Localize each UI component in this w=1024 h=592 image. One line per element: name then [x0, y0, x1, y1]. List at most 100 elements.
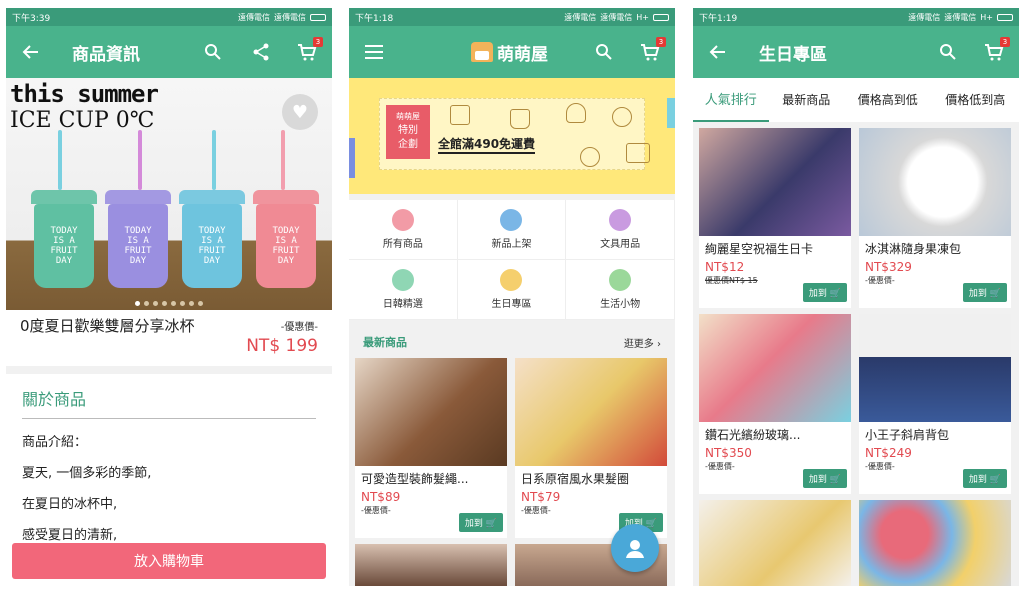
- product-image: [859, 128, 1011, 236]
- wallet-icon: [626, 143, 650, 163]
- product-price: NT$329: [865, 260, 912, 274]
- carrier-2: 遠傳電信: [600, 12, 633, 22]
- promo-text: 全館滿490免運費: [438, 135, 536, 154]
- app-bar: 生日專區 3: [693, 26, 1019, 78]
- app-title: 萌萌屋: [497, 44, 548, 65]
- search-icon[interactable]: [200, 39, 226, 65]
- product-price: NT$89: [361, 490, 401, 504]
- product-card[interactable]: 可愛造型裝飾髮繩... NT$89 -優惠價- 加到 🛒: [355, 358, 507, 538]
- product-price: NT$249: [865, 446, 912, 460]
- product-card[interactable]: [355, 544, 507, 586]
- product-name: 冰淇淋隨身果凍包: [865, 242, 962, 256]
- add-to-cart-button[interactable]: 加到 🛒: [962, 283, 1007, 302]
- add-to-cart-button[interactable]: 加到 🛒: [458, 513, 503, 532]
- description-line: 夏天, 一個多彩的季節,: [22, 466, 152, 481]
- product-price: NT$350: [705, 446, 752, 460]
- menu-icon[interactable]: [361, 39, 387, 65]
- category-lifestyle[interactable]: 生活小物: [566, 260, 675, 320]
- new-tag-icon: [500, 209, 523, 231]
- network-type: H+: [980, 12, 993, 22]
- discount-label: -優惠價-: [280, 322, 318, 333]
- shop-logo-icon: [471, 42, 493, 62]
- product-card[interactable]: 日系原宿風水果髮圈 NT$79 -優惠價- 加到 🛒: [515, 358, 667, 538]
- battery-icon: [310, 13, 326, 21]
- description-line: 感受夏日的清新,: [22, 528, 118, 543]
- see-more-link[interactable]: 逛更多 ›: [624, 335, 661, 350]
- product-price: NT$79: [521, 490, 561, 504]
- cart-icon[interactable]: 3: [294, 37, 323, 65]
- product-card[interactable]: 絢麗星空祝福生日卡 NT$12 優惠價NT$ 15 加到 🛒: [699, 128, 851, 308]
- status-bar: 下午3:39 遠傳電信 遠傳電信: [6, 8, 332, 26]
- product-card[interactable]: [699, 500, 851, 586]
- app-bar: 商品資訊 3: [6, 26, 332, 78]
- tab-price-low-high[interactable]: 價格低到高: [932, 78, 1020, 122]
- notebook-icon: [450, 105, 470, 125]
- carrier-2: 遠傳電信: [944, 12, 977, 22]
- tab-popular[interactable]: 人氣排行: [693, 78, 769, 122]
- hero-subtitle: ICE CUP 0℃: [10, 108, 155, 133]
- product-card[interactable]: 鑽石光繽紛玻璃... NT$350 -優惠價- 加到 🛒: [699, 314, 851, 494]
- product-image: [355, 358, 507, 466]
- back-arrow-icon[interactable]: [18, 39, 44, 65]
- globe-icon: [391, 269, 414, 291]
- product-card[interactable]: [859, 500, 1011, 586]
- cart-badge: 3: [656, 37, 666, 47]
- network-type: H+: [636, 12, 649, 22]
- product-name: 日系原宿風水果髮圈: [521, 472, 630, 486]
- product-image: [699, 128, 851, 236]
- cart-icon: 🛒: [989, 289, 1001, 299]
- share-icon[interactable]: [248, 39, 274, 65]
- mirror-icon: [580, 147, 600, 167]
- product-card[interactable]: 小王子斜肩背包 NT$249 -優惠價- 加到 🛒: [859, 314, 1011, 494]
- search-icon[interactable]: [591, 39, 617, 65]
- status-time: 下午1:18: [355, 13, 394, 24]
- sort-tabs: 人氣排行 最新商品 價格高到低 價格低到高: [693, 78, 1019, 122]
- cake-icon: [500, 269, 523, 291]
- tab-newest[interactable]: 最新商品: [769, 78, 845, 122]
- tab-price-high-low[interactable]: 價格高到低: [844, 78, 932, 122]
- add-to-cart-button[interactable]: 放入購物車: [12, 543, 326, 579]
- bag-icon: [510, 109, 530, 129]
- status-bar: 下午1:18 遠傳電信 遠傳電信 H+: [349, 8, 675, 26]
- sandals-icon: [566, 103, 586, 123]
- category-new[interactable]: 新品上架: [457, 200, 567, 260]
- description-line: 在夏日的冰杯中,: [22, 497, 118, 512]
- promo-card: 萌萌屋 特別 企劃 全館滿490免運費: [379, 98, 650, 170]
- cart-icon[interactable]: 3: [981, 37, 1010, 65]
- favorite-heart-icon[interactable]: ♥: [282, 94, 318, 130]
- product-card[interactable]: 冰淇淋隨身果凍包 NT$329 -優惠價- 加到 🛒: [859, 128, 1011, 308]
- product-name: 小王子斜肩背包: [865, 428, 950, 442]
- carrier-1: 遠傳電信: [238, 12, 270, 22]
- status-bar: 下午1:19 遠傳電信 遠傳電信 H+: [693, 8, 1019, 26]
- add-to-cart-button[interactable]: 加到 🛒: [802, 469, 847, 488]
- search-icon[interactable]: [935, 39, 961, 65]
- cart-icon: 🛒: [829, 289, 841, 299]
- category-japan-korea[interactable]: 日韓精選: [349, 260, 458, 320]
- promo-banner[interactable]: 萌萌屋 特別 企劃 全館滿490免運費: [349, 78, 675, 194]
- back-arrow-icon[interactable]: [705, 39, 731, 65]
- chevron-right-icon: ›: [657, 338, 661, 350]
- cart-icon: 🛒: [829, 475, 841, 485]
- category-grid: 所有商品 新品上架 文具用品 日韓精選 生日專區 生活小物: [349, 200, 675, 320]
- category-all[interactable]: 所有商品: [349, 200, 458, 260]
- carrier-2: 遠傳電信: [274, 12, 306, 22]
- page-title: 生日專區: [759, 44, 827, 65]
- battery-icon: [997, 13, 1013, 21]
- product-image-carousel[interactable]: this summer ICE CUP 0℃ ♥ TODAY IS A FRUI…: [6, 78, 332, 310]
- customer-service-button[interactable]: [611, 524, 659, 572]
- cart-icon[interactable]: 3: [637, 37, 666, 65]
- promo-tag: 萌萌屋 特別 企劃: [386, 105, 430, 159]
- cup-image-blue: TODAY IS A FRUIT DAY: [179, 190, 245, 288]
- add-to-cart-button[interactable]: 加到 🛒: [962, 469, 1007, 488]
- phone-birthday-category: 下午1:19 遠傳電信 遠傳電信 H+ 生日專區 3 人氣排行 最新商品 價格高…: [693, 8, 1019, 586]
- cup-image-purple: TODAY IS A FRUIT DAY: [105, 190, 171, 288]
- product-name: 鑽石光繽紛玻璃...: [705, 428, 801, 442]
- page-title: 商品資訊: [72, 44, 140, 65]
- cart-icon: 🛒: [989, 475, 1001, 485]
- category-stationery[interactable]: 文具用品: [566, 200, 675, 260]
- product-price: NT$ 199: [246, 336, 318, 356]
- status-time: 下午1:19: [699, 13, 738, 24]
- add-to-cart-button[interactable]: 加到 🛒: [802, 283, 847, 302]
- category-birthday[interactable]: 生日專區: [457, 260, 567, 320]
- description-line: 商品介紹：: [22, 435, 88, 450]
